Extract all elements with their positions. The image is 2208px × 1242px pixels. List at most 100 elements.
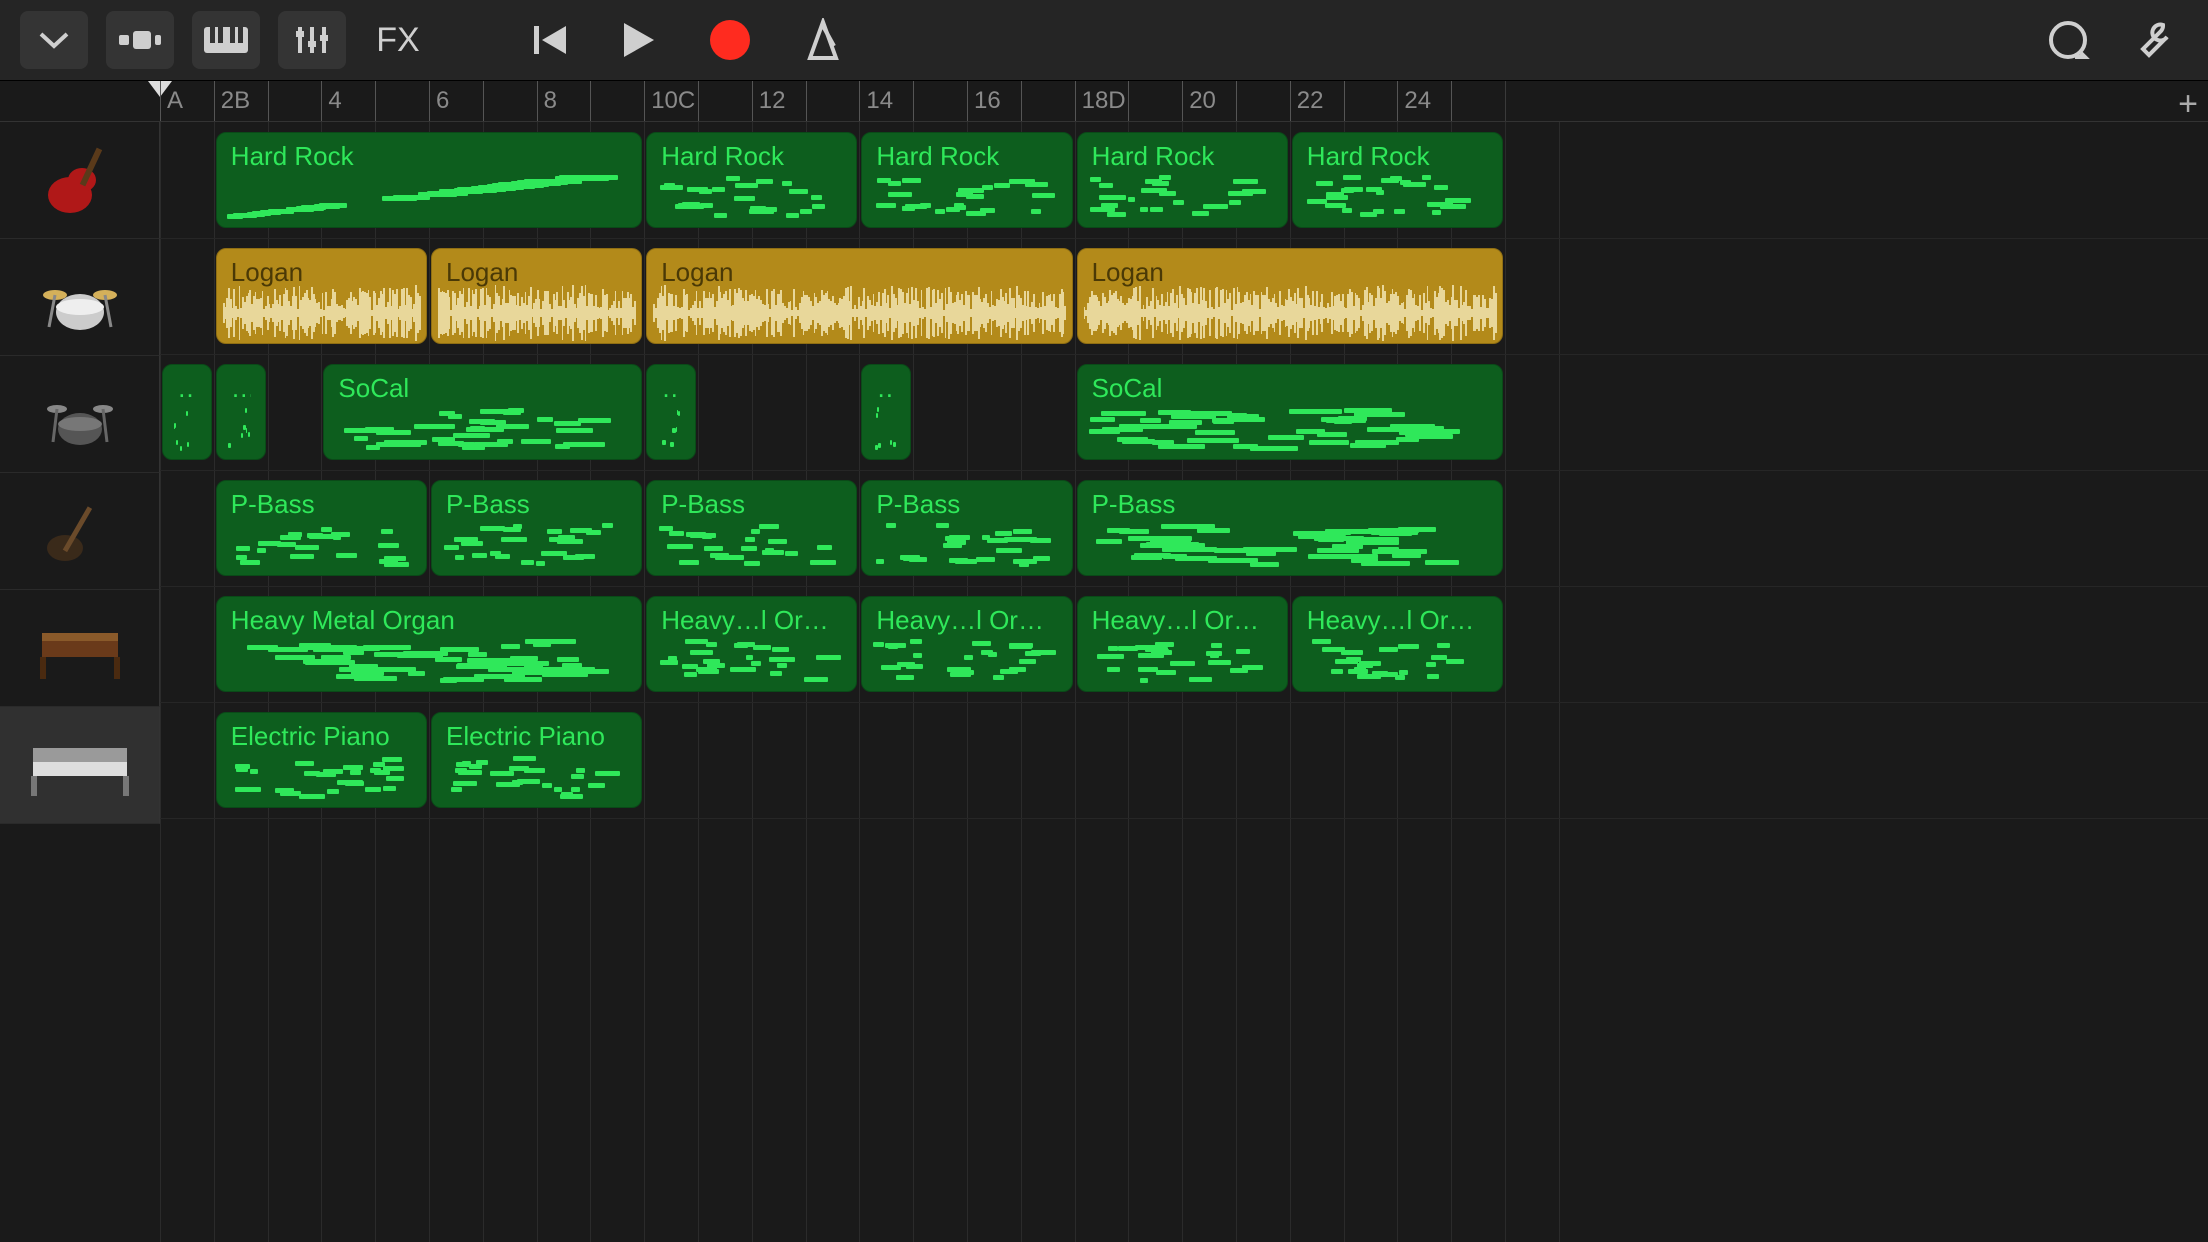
ruler-marker[interactable]: 18D xyxy=(1075,81,1126,121)
loop-button[interactable] xyxy=(2034,11,2102,69)
region-label: … xyxy=(661,373,681,404)
region-midi[interactable]: … xyxy=(646,364,696,460)
region-midi[interactable]: … xyxy=(861,364,911,460)
region-label: Heavy…l Organ xyxy=(1307,605,1488,636)
ruler-marker[interactable]: 10C xyxy=(644,81,695,121)
region-label: Hard Rock xyxy=(661,141,842,172)
region-label: P-Bass xyxy=(876,489,1057,520)
ruler-marker[interactable]: 12 xyxy=(752,81,786,121)
region-label: … xyxy=(177,373,197,404)
organ-icon xyxy=(30,613,130,683)
region-midi[interactable]: … xyxy=(162,364,212,460)
ruler-marker[interactable]: 2B xyxy=(214,81,250,121)
ruler-marker[interactable]: A xyxy=(160,81,183,121)
region-label: P-Bass xyxy=(661,489,842,520)
region-audio[interactable]: Logan xyxy=(646,248,1072,344)
settings-button[interactable] xyxy=(2120,11,2188,69)
region-label: Hard Rock xyxy=(1307,141,1488,172)
record-button[interactable] xyxy=(708,18,752,62)
play-button[interactable] xyxy=(620,19,658,61)
region-midi[interactable]: Heavy Metal Organ xyxy=(216,596,642,692)
region-label: P-Bass xyxy=(446,489,627,520)
region-midi[interactable]: P-Bass xyxy=(646,480,857,576)
region-label: P-Bass xyxy=(1092,489,1488,520)
track-header[interactable] xyxy=(0,122,160,239)
track-header[interactable] xyxy=(0,590,160,707)
region-label: Logan xyxy=(446,257,627,288)
region-midi[interactable]: P-Bass xyxy=(1077,480,1503,576)
fx-button[interactable]: FX xyxy=(364,11,432,69)
region-audio[interactable]: Logan xyxy=(431,248,642,344)
region-midi[interactable]: P-Bass xyxy=(216,480,427,576)
metronome-button[interactable] xyxy=(802,18,844,62)
region-label: Logan xyxy=(661,257,1057,288)
region-midi[interactable]: P-Bass xyxy=(431,480,642,576)
arrangement-grid[interactable]: Hard Rock Hard Rock Hard Rock Hard Rock Hard… xyxy=(160,122,2208,1242)
add-marker-button[interactable]: + xyxy=(2178,85,2198,124)
piano-keys-icon xyxy=(204,25,248,55)
mixer-button[interactable] xyxy=(278,11,346,69)
region-midi[interactable]: SoCal xyxy=(1077,364,1503,460)
track-headers xyxy=(0,122,160,1242)
timeline-ruler[interactable]: A 2B 4 6 8 10C 12 14 16 18D 20 22 24 + xyxy=(0,81,2208,122)
region-midi[interactable]: P-Bass xyxy=(861,480,1072,576)
region-midi[interactable]: Electric Piano xyxy=(216,712,427,808)
region-midi[interactable]: Hard Rock xyxy=(861,132,1072,228)
region-label: Electric Piano xyxy=(446,721,627,752)
region-midi[interactable]: Hard Rock xyxy=(1077,132,1288,228)
region-label: Heavy…l Organ xyxy=(661,605,842,636)
metronome-icon xyxy=(802,18,844,62)
region-label: Logan xyxy=(1092,257,1488,288)
ruler-marker[interactable]: 22 xyxy=(1290,81,1324,121)
region-label: Hard Rock xyxy=(1092,141,1273,172)
ruler-marker[interactable]: 14 xyxy=(859,81,893,121)
region-midi[interactable]: Hard Rock xyxy=(216,132,642,228)
wrench-icon xyxy=(2133,17,2175,63)
region-midi[interactable]: Heavy…l Organ xyxy=(861,596,1072,692)
bass-icon xyxy=(35,486,125,576)
tracks-view-button[interactable] xyxy=(106,11,174,69)
track-header[interactable] xyxy=(0,707,160,824)
region-label: Heavy…l Organ xyxy=(1092,605,1273,636)
tracks-icon xyxy=(117,25,163,55)
track-header[interactable] xyxy=(0,239,160,356)
chevron-down-icon xyxy=(37,30,71,50)
guitar-icon xyxy=(40,135,120,225)
region-label: SoCal xyxy=(1092,373,1488,404)
ruler-marker[interactable]: 8 xyxy=(537,81,557,121)
go-to-start-button[interactable] xyxy=(530,20,570,60)
transport-controls xyxy=(530,18,844,62)
track-header[interactable] xyxy=(0,473,160,590)
region-label: Heavy…l Organ xyxy=(876,605,1057,636)
region-midi[interactable]: Heavy…l Organ xyxy=(1292,596,1503,692)
region-midi[interactable]: Hard Rock xyxy=(1292,132,1503,228)
play-icon xyxy=(620,19,658,61)
ruler-marker[interactable]: 6 xyxy=(429,81,449,121)
region-audio[interactable]: Logan xyxy=(1077,248,1503,344)
ruler-marker[interactable]: 4 xyxy=(321,81,341,121)
region-midi[interactable]: SoCal xyxy=(323,364,642,460)
track-header[interactable] xyxy=(0,356,160,473)
drumkit-electronic-icon xyxy=(35,374,125,454)
ruler-marker[interactable]: 20 xyxy=(1182,81,1216,121)
sliders-icon xyxy=(292,23,332,57)
region-label: SoCal xyxy=(338,373,627,404)
region-label: Heavy Metal Organ xyxy=(231,605,627,636)
region-midi[interactable]: … xyxy=(216,364,266,460)
region-midi[interactable]: Heavy…l Organ xyxy=(646,596,857,692)
region-label: Electric Piano xyxy=(231,721,412,752)
ruler-marker[interactable]: 16 xyxy=(967,81,1001,121)
region-midi[interactable]: Heavy…l Organ xyxy=(1077,596,1288,692)
region-label: … xyxy=(876,373,896,404)
region-label: Logan xyxy=(231,257,412,288)
instrument-view-button[interactable] xyxy=(192,11,260,69)
region-audio[interactable]: Logan xyxy=(216,248,427,344)
epiano-icon xyxy=(25,730,135,800)
browser-toggle-button[interactable] xyxy=(20,11,88,69)
region-midi[interactable]: Electric Piano xyxy=(431,712,642,808)
ruler-marker[interactable]: 24 xyxy=(1397,81,1431,121)
region-label: Hard Rock xyxy=(876,141,1057,172)
drumkit-acoustic-icon xyxy=(35,257,125,337)
region-midi[interactable]: Hard Rock xyxy=(646,132,857,228)
toolbar: FX xyxy=(0,0,2208,81)
